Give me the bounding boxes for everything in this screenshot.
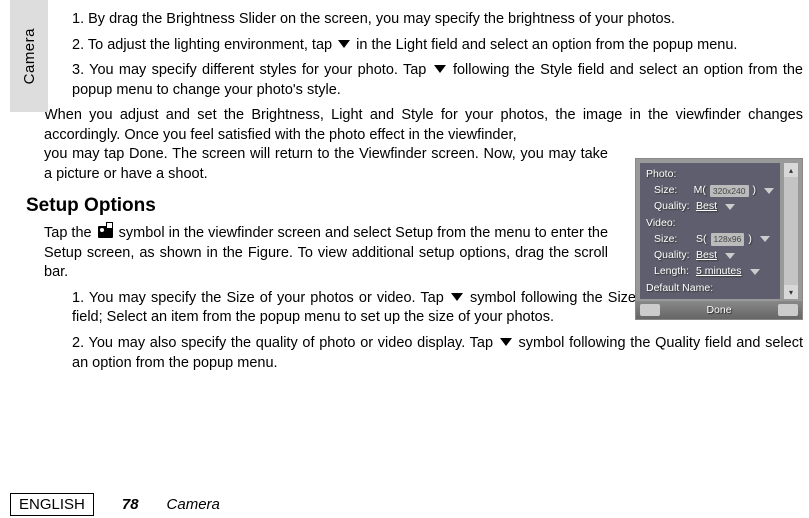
default-name-label: Default Name:: [646, 281, 774, 296]
scrollbar[interactable]: ▴ ▾: [784, 163, 798, 299]
photo-quality-label: Quality:: [646, 199, 692, 214]
side-tab-camera: Camera: [10, 0, 48, 112]
step-2-text-b: in the Light field and select an option …: [352, 37, 737, 53]
photo-size-val-suffix: ): [753, 183, 757, 198]
scroll-down-icon[interactable]: ▾: [784, 285, 798, 299]
paragraph-setup: Tap the symbol in the viewfinder screen …: [44, 224, 608, 283]
setup-step-1a: 1. You may specify the Size of your phot…: [72, 290, 449, 306]
video-length-row[interactable]: Length: 5 minutes: [646, 264, 774, 279]
video-quality-label: Quality:: [646, 248, 692, 263]
video-length-value: 5 minutes: [696, 264, 742, 279]
setup-panel-body: Photo: Size: M( 320x240) Quality: Best Vi…: [640, 163, 780, 299]
video-quality-value: Best: [696, 248, 717, 263]
dropdown-icon: [338, 40, 350, 48]
dropdown-icon: [451, 293, 463, 301]
video-size-label: Size:: [646, 232, 692, 247]
side-tab-label: Camera: [21, 28, 38, 84]
page-number: 78: [122, 496, 139, 513]
photo-quality-value: Best: [696, 199, 717, 214]
language-badge: ENGLISH: [10, 493, 94, 516]
setup-icon: [98, 226, 113, 238]
chevron-down-icon[interactable]: [750, 269, 760, 275]
video-size-row[interactable]: Size: S( 128x96): [646, 232, 774, 247]
step-3: 3. You may specify different styles for …: [72, 61, 803, 100]
photo-size-px: 320x240: [710, 185, 749, 197]
setup-text-a: Tap the: [44, 225, 96, 241]
video-size-val-suffix: ): [748, 232, 752, 247]
dropdown-icon: [434, 65, 446, 73]
step-3-text-a: 3. You may specify different styles for …: [72, 62, 432, 78]
video-group-title: Video:: [646, 216, 774, 231]
video-size-px: 128x96: [711, 233, 745, 245]
setup-step-2a: 2. You may also specify the quality of p…: [72, 335, 498, 351]
video-quality-row[interactable]: Quality: Best: [646, 248, 774, 263]
photo-size-val-prefix: M(: [694, 183, 706, 198]
step-1: 1. By drag the Brightness Slider on the …: [72, 10, 803, 30]
dropdown-icon: [500, 338, 512, 346]
step-2: 2. To adjust the lighting environment, t…: [72, 36, 803, 56]
chevron-down-icon[interactable]: [760, 236, 770, 242]
photo-size-row[interactable]: Size: M( 320x240): [646, 183, 774, 198]
video-length-label: Length:: [646, 264, 692, 279]
setup-step-2: 2. You may also specify the quality of p…: [72, 334, 803, 373]
panel-left-icon[interactable]: [640, 304, 660, 316]
chevron-down-icon[interactable]: [725, 253, 735, 259]
chevron-down-icon[interactable]: [725, 204, 735, 210]
chevron-down-icon[interactable]: [764, 188, 774, 194]
photo-quality-row[interactable]: Quality: Best: [646, 199, 774, 214]
done-button[interactable]: Done: [706, 304, 731, 316]
photo-group-title: Photo:: [646, 167, 774, 182]
scroll-up-icon[interactable]: ▴: [784, 163, 798, 177]
keyboard-icon[interactable]: [778, 304, 798, 316]
setup-step-1: 1. You may specify the Size of your phot…: [72, 289, 636, 328]
step-2-text-a: 2. To adjust the lighting environment, t…: [72, 37, 336, 53]
setup-text-b: symbol in the viewfinder screen and sele…: [44, 225, 608, 280]
setup-panel-figure: Photo: Size: M( 320x240) Quality: Best Vi…: [635, 158, 803, 320]
video-size-val-prefix: S(: [696, 232, 707, 247]
photo-size-label: Size:: [646, 183, 690, 198]
page-footer: ENGLISH 78 Camera: [0, 493, 220, 516]
section-name: Camera: [167, 496, 220, 513]
panel-footer-bar: Done: [636, 301, 802, 319]
